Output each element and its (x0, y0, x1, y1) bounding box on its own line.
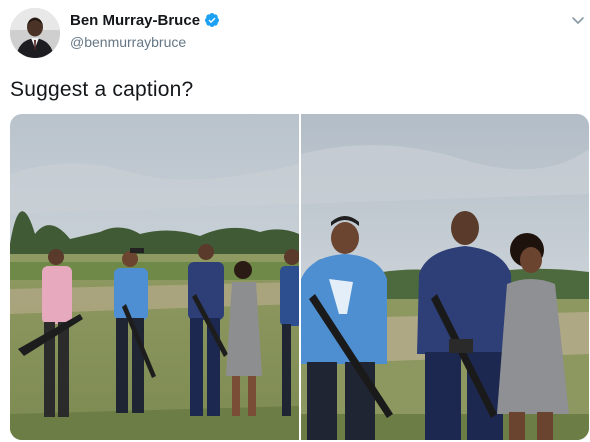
chevron-down-icon[interactable] (570, 12, 586, 28)
media-grid (10, 114, 589, 440)
tweet-text: Suggest a caption? (10, 78, 194, 101)
author-display-name[interactable]: Ben Murray-Bruce (70, 12, 200, 29)
avatar-photo (10, 8, 60, 58)
tweet-card: Ben Murray-Bruce @benmurraybruce Suggest… (0, 0, 590, 442)
author-avatar[interactable] (10, 8, 60, 58)
group-photo-image (10, 114, 299, 440)
photo-right[interactable] (301, 114, 589, 440)
closeup-photo-image (301, 114, 589, 440)
verified-badge-icon (204, 12, 220, 28)
author-handle[interactable]: @benmurraybruce (70, 34, 186, 50)
photo-left[interactable] (10, 114, 299, 440)
